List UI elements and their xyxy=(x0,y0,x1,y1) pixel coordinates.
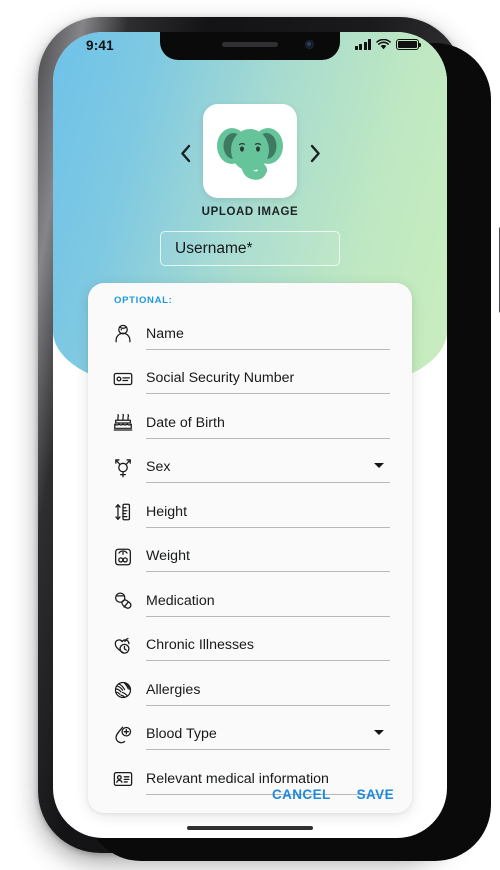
field-label: Blood Type xyxy=(146,726,217,743)
pills-icon xyxy=(110,588,136,614)
blood-drop-plus-icon xyxy=(110,722,136,748)
field-underline: Blood Type xyxy=(146,719,390,751)
birthday-cake-icon xyxy=(110,410,136,436)
chevron-down-icon[interactable] xyxy=(374,730,384,736)
optional-heading: OPTIONAL: xyxy=(114,295,173,306)
elephant-avatar xyxy=(217,128,283,180)
ruler-height-icon xyxy=(110,499,136,525)
phone-screen: 9:41 UPLOAD IMAGE Username* OPTIONAL: Na… xyxy=(53,32,447,838)
field-underline: Chronic Illnesses xyxy=(146,630,390,662)
optional-form-card: OPTIONAL: Name Social Security Number Da… xyxy=(88,283,412,813)
field-underline: Social Security Number xyxy=(146,363,390,395)
field-label: Medication xyxy=(146,592,215,609)
field-label: Social Security Number xyxy=(146,370,295,387)
field-underline: Height xyxy=(146,497,390,528)
field-row-height[interactable]: Height xyxy=(88,490,412,535)
field-underline: Allergies xyxy=(146,675,390,706)
field-row-blood-type[interactable]: Blood Type xyxy=(88,713,412,758)
chevron-right-icon[interactable] xyxy=(304,142,326,164)
save-button[interactable]: SAVE xyxy=(357,787,394,802)
field-row-social-security-number[interactable]: Social Security Number xyxy=(88,357,412,402)
field-underline: Sex xyxy=(146,452,390,484)
field-row-medication[interactable]: Medication xyxy=(88,579,412,624)
weight-scale-icon xyxy=(110,544,136,570)
field-row-name[interactable]: Name xyxy=(88,312,412,357)
wifi-icon xyxy=(376,39,391,50)
person-id-icon xyxy=(110,321,136,347)
chevron-left-icon[interactable] xyxy=(174,142,196,164)
status-bar-icons xyxy=(354,39,422,50)
field-underline: Medication xyxy=(146,586,390,617)
field-label: Relevant medical information xyxy=(146,770,329,787)
username-placeholder: Username* xyxy=(175,239,253,257)
status-bar-time: 9:41 xyxy=(86,38,114,53)
field-label: Sex xyxy=(146,459,171,476)
field-label: Height xyxy=(146,503,188,520)
field-label: Date of Birth xyxy=(146,414,225,431)
medical-id-card-icon xyxy=(110,766,136,792)
field-row-chronic-illnesses[interactable]: Chronic Illnesses xyxy=(88,624,412,669)
battery-full-icon xyxy=(396,39,422,50)
earpiece-speaker xyxy=(222,42,278,47)
field-label: Name xyxy=(146,325,184,342)
field-label: Allergies xyxy=(146,681,201,698)
home-indicator[interactable] xyxy=(187,825,313,830)
heart-clock-icon xyxy=(110,633,136,659)
signal-bars-icon xyxy=(354,39,371,50)
upload-image-label: UPLOAD IMAGE xyxy=(201,206,299,218)
cancel-button[interactable]: CANCEL xyxy=(272,787,331,802)
field-label: Chronic Illnesses xyxy=(146,637,255,654)
field-row-date-of-birth[interactable]: Date of Birth xyxy=(88,401,412,446)
optional-field-list: Name Social Security Number Date of Birt… xyxy=(88,312,412,802)
field-underline: Date of Birth xyxy=(146,408,390,439)
front-camera-icon xyxy=(305,40,314,49)
field-underline: Name xyxy=(146,319,390,350)
field-row-sex[interactable]: Sex xyxy=(88,446,412,491)
username-input[interactable]: Username* xyxy=(160,231,340,266)
field-label: Weight xyxy=(146,548,190,565)
form-actions: CANCEL SAVE xyxy=(272,787,394,802)
gender-symbol-icon xyxy=(110,455,136,481)
avatar-image-button[interactable] xyxy=(203,104,297,198)
peanut-allergy-icon xyxy=(110,677,136,703)
device-notch xyxy=(160,32,340,60)
chevron-down-icon[interactable] xyxy=(374,463,384,469)
id-card-icon xyxy=(110,366,136,392)
field-row-weight[interactable]: Weight xyxy=(88,535,412,580)
field-row-allergies[interactable]: Allergies xyxy=(88,668,412,713)
field-underline: Weight xyxy=(146,541,390,573)
